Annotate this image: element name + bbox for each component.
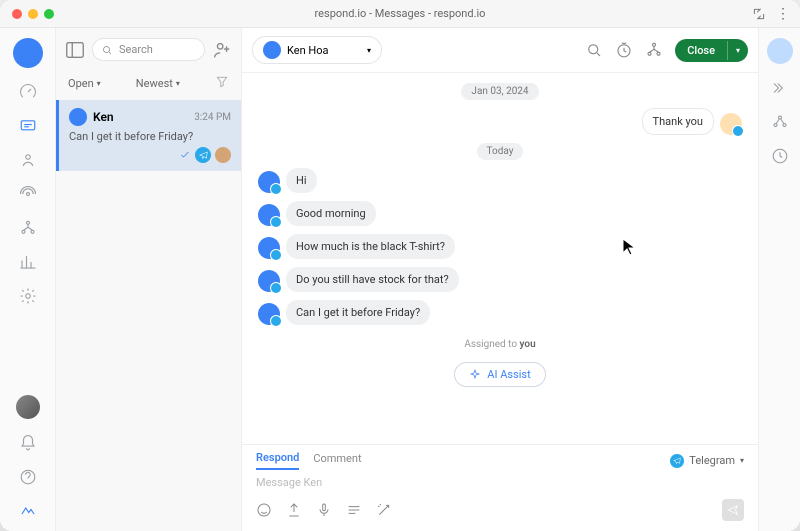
contact-avatar bbox=[258, 303, 280, 325]
search-placeholder: Search bbox=[119, 43, 153, 56]
right-panel bbox=[758, 28, 800, 531]
contact-avatar bbox=[258, 237, 280, 259]
expand-icon[interactable] bbox=[770, 78, 790, 98]
assign-icon[interactable] bbox=[645, 41, 663, 59]
inbox-panel: Search Open▾ Newest▾ Ken 3:24 PM Can I g… bbox=[56, 28, 242, 531]
assignee-avatar bbox=[215, 147, 231, 163]
workspace-avatar[interactable] bbox=[13, 38, 43, 68]
conversation-item[interactable]: Ken 3:24 PM Can I get it before Friday? bbox=[56, 100, 241, 171]
contact-info-avatar[interactable] bbox=[767, 38, 793, 64]
status-filter[interactable]: Open▾ bbox=[68, 77, 101, 90]
ai-assist-button[interactable]: AI Assist bbox=[454, 362, 545, 387]
activity-icon[interactable] bbox=[770, 112, 790, 132]
close-window[interactable] bbox=[12, 9, 22, 19]
emoji-icon[interactable] bbox=[256, 502, 272, 518]
panel-toggle-icon[interactable] bbox=[64, 39, 86, 61]
reports-icon[interactable] bbox=[18, 252, 38, 272]
message-in: Do you still have stock for that? bbox=[258, 267, 742, 292]
titlebar: respond.io - Messages - respond.io ⋮ bbox=[0, 0, 800, 28]
sort-filter[interactable]: Newest▾ bbox=[136, 77, 180, 90]
close-label: Close bbox=[675, 39, 727, 62]
assigned-label: Assigned to you bbox=[464, 339, 535, 350]
contact-avatar bbox=[258, 270, 280, 292]
channel-selector[interactable]: Telegram ▾ bbox=[670, 454, 744, 468]
message-bubble: Do you still have stock for that? bbox=[286, 267, 459, 292]
chevron-down-icon: ▾ bbox=[367, 46, 371, 55]
chevron-down-icon: ▾ bbox=[740, 456, 744, 465]
conversation-preview: Can I get it before Friday? bbox=[69, 130, 231, 143]
message-list: Jan 03, 2024 Thank you Today Hi Good mor… bbox=[242, 73, 758, 444]
contact-avatar bbox=[69, 108, 87, 126]
browser-menu-icon[interactable]: ⋮ bbox=[776, 7, 790, 21]
user-avatar[interactable] bbox=[16, 395, 40, 419]
sparkle-icon bbox=[469, 369, 481, 381]
workflow-icon[interactable] bbox=[18, 218, 38, 238]
contact-avatar bbox=[258, 204, 280, 226]
telegram-icon bbox=[670, 454, 684, 468]
telegram-badge-icon bbox=[195, 147, 211, 163]
broadcast-icon[interactable] bbox=[18, 184, 38, 204]
ai-assist-label: AI Assist bbox=[487, 368, 530, 381]
message-in: Can I get it before Friday? bbox=[258, 300, 742, 325]
contact-selector[interactable]: Ken Hoa ▾ bbox=[252, 36, 382, 64]
close-caret[interactable]: ▾ bbox=[727, 41, 748, 60]
search-chat-icon[interactable] bbox=[585, 41, 603, 59]
chat-panel: Ken Hoa ▾ Close ▾ Jan 03, 2024 Thank you bbox=[242, 28, 758, 531]
tab-comment[interactable]: Comment bbox=[313, 452, 361, 469]
minimize-window[interactable] bbox=[28, 9, 38, 19]
contact-avatar bbox=[263, 41, 281, 59]
snippet-icon[interactable] bbox=[346, 502, 362, 518]
maximize-window[interactable] bbox=[44, 9, 54, 19]
voice-icon[interactable] bbox=[316, 502, 332, 518]
message-input[interactable]: Message Ken bbox=[242, 470, 758, 495]
dashboard-icon[interactable] bbox=[18, 82, 38, 102]
contacts-icon[interactable] bbox=[18, 150, 38, 170]
message-in: How much is the black T-shirt? bbox=[258, 234, 742, 259]
snooze-icon[interactable] bbox=[615, 41, 633, 59]
message-out: Thank you bbox=[258, 108, 742, 135]
message-bubble: Thank you bbox=[642, 108, 714, 135]
message-bubble: Hi bbox=[286, 168, 317, 193]
notifications-icon[interactable] bbox=[18, 433, 38, 453]
search-input[interactable]: Search bbox=[92, 38, 205, 61]
extension-icon[interactable] bbox=[752, 7, 766, 21]
attachment-icon[interactable] bbox=[286, 502, 302, 518]
agent-avatar bbox=[720, 113, 742, 135]
read-check-icon bbox=[179, 149, 191, 161]
add-contact-icon[interactable] bbox=[211, 39, 233, 61]
message-bubble: Good morning bbox=[286, 201, 376, 226]
chevron-down-icon: ▾ bbox=[97, 79, 101, 88]
settings-icon[interactable] bbox=[18, 286, 38, 306]
filter-icon[interactable] bbox=[215, 75, 229, 92]
contact-name: Ken Hoa bbox=[287, 44, 361, 57]
close-button[interactable]: Close ▾ bbox=[675, 39, 748, 62]
messages-icon[interactable] bbox=[18, 116, 38, 136]
magic-icon[interactable] bbox=[376, 502, 392, 518]
message-in: Hi bbox=[258, 168, 742, 193]
chevron-down-icon: ▾ bbox=[176, 79, 180, 88]
message-bubble: How much is the black T-shirt? bbox=[286, 234, 455, 259]
message-in: Good morning bbox=[258, 201, 742, 226]
left-nav bbox=[0, 28, 56, 531]
contact-avatar bbox=[258, 171, 280, 193]
send-button[interactable] bbox=[722, 499, 744, 521]
conversation-time: 3:24 PM bbox=[194, 112, 231, 123]
composer: Respond Comment Telegram ▾ Message Ken bbox=[242, 444, 758, 531]
timeline-icon[interactable] bbox=[770, 146, 790, 166]
channel-label: Telegram bbox=[689, 454, 735, 467]
window-title: respond.io - Messages - respond.io bbox=[315, 7, 486, 20]
tab-respond[interactable]: Respond bbox=[256, 451, 299, 470]
contact-name: Ken bbox=[93, 110, 188, 124]
logo-icon bbox=[18, 501, 38, 521]
date-separator: Today bbox=[477, 143, 524, 160]
date-separator: Jan 03, 2024 bbox=[461, 83, 538, 100]
message-bubble: Can I get it before Friday? bbox=[286, 300, 430, 325]
help-icon[interactable] bbox=[18, 467, 38, 487]
